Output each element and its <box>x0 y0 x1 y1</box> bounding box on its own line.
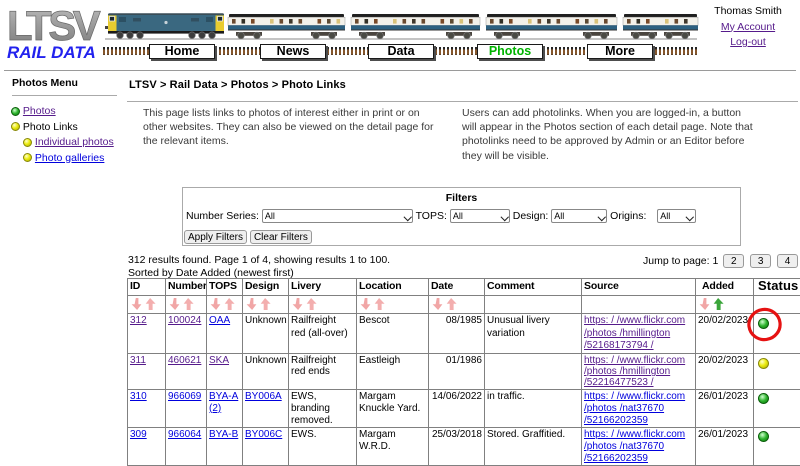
svg-text:LTSV: LTSV <box>8 6 101 42</box>
